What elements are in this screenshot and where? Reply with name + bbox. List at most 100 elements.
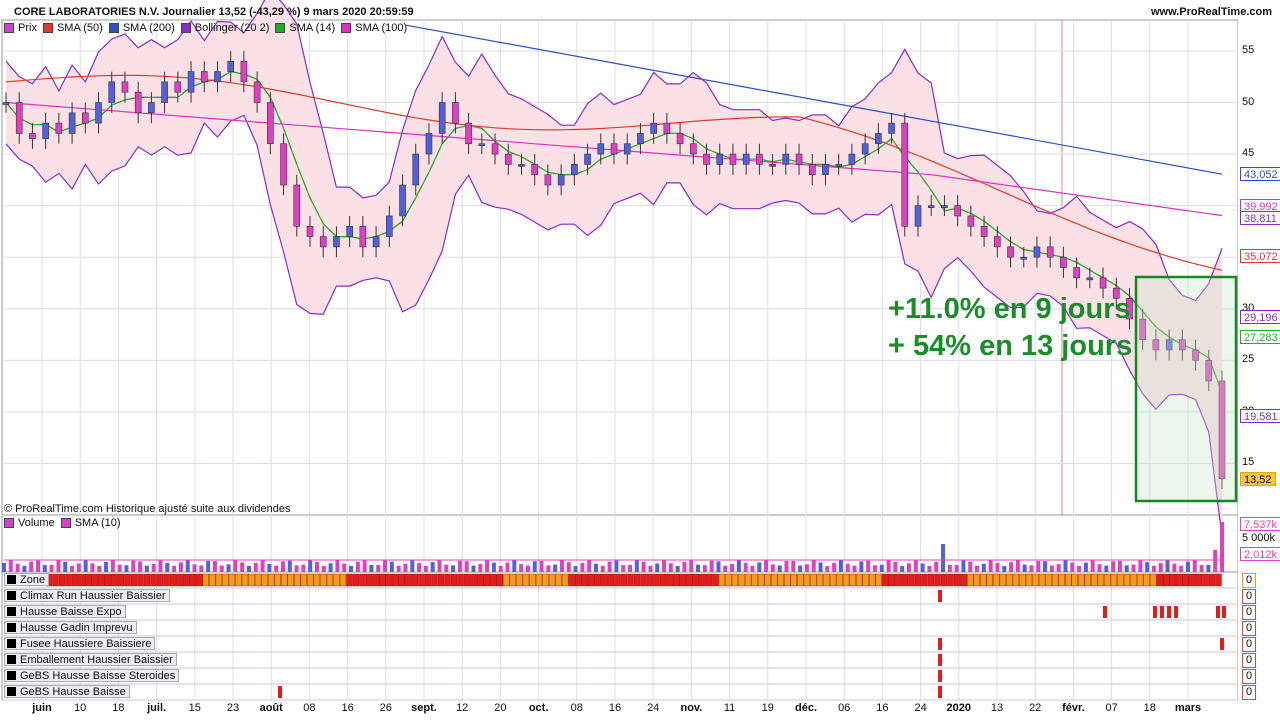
zone-block — [1169, 573, 1176, 587]
zone-block — [287, 573, 294, 587]
volume-tag: 2,012k — [1240, 547, 1280, 561]
volume-bar — [934, 561, 939, 572]
zone-block — [1084, 573, 1092, 587]
volume-bar — [1022, 564, 1027, 572]
volume-bar — [90, 563, 95, 572]
zone-block — [548, 573, 556, 587]
zone-block — [1012, 573, 1020, 587]
volume-bar — [866, 560, 871, 572]
zone-block — [241, 573, 249, 587]
indicator-value: 0 — [1242, 573, 1256, 588]
zone-block — [1051, 573, 1059, 587]
event-mark — [938, 638, 942, 650]
volume-bar — [818, 562, 823, 572]
volume-bar — [219, 565, 224, 572]
volume-bar — [280, 561, 285, 572]
zone-block — [555, 573, 562, 587]
zone-block — [927, 573, 935, 587]
annotation-gain-9-days: +11.0% en 9 jours — [888, 293, 1131, 325]
indicator-label-text: Fusee Haussiere Baissiere — [20, 637, 152, 650]
zone-block — [1195, 573, 1203, 587]
zone-block — [143, 573, 151, 587]
zone-block — [444, 573, 451, 587]
candle-body — [848, 153, 856, 165]
indicator-label: Fusee Haussiere Baissiere — [4, 637, 156, 650]
legend-label: Volume — [18, 517, 55, 529]
volume-bar — [1220, 522, 1224, 572]
volume-bar — [961, 560, 966, 572]
zone-block — [1071, 573, 1078, 587]
legend-label: SMA (14) — [289, 22, 336, 34]
site-url[interactable]: www.ProRealTime.com — [1151, 6, 1272, 18]
zone-block — [405, 573, 412, 587]
candle-body — [610, 143, 618, 155]
zone-block — [98, 573, 105, 587]
candle-body — [914, 205, 922, 227]
volume-bar — [1158, 563, 1163, 572]
zone-block — [522, 573, 530, 587]
zone-block — [751, 573, 758, 587]
volume-bar — [668, 563, 673, 572]
volume-bar — [396, 565, 401, 572]
price-tag: 19,581 — [1240, 409, 1280, 424]
volume-bar — [362, 560, 367, 572]
volume-bar — [335, 560, 340, 572]
volume-bar — [614, 560, 619, 572]
zone-block — [477, 573, 484, 587]
volume-bar — [1097, 564, 1102, 572]
candle-body — [478, 143, 486, 147]
zone-block — [699, 573, 706, 587]
x-tick-label: juin — [32, 702, 52, 714]
legend-item: Prix — [2, 22, 37, 34]
volume-bar — [117, 564, 122, 572]
candle-body — [29, 133, 36, 139]
candle-body — [676, 133, 684, 145]
zone-block — [254, 573, 262, 587]
zone-block — [71, 573, 79, 587]
candle-body — [835, 164, 842, 167]
legend-label: SMA (10) — [74, 517, 121, 529]
volume-bar — [464, 561, 469, 572]
volume-bar — [178, 562, 183, 572]
indicator-value: 0 — [1242, 637, 1256, 652]
x-tick-label: août — [259, 702, 283, 714]
zone-block — [718, 573, 726, 587]
x-tick-label: 18 — [112, 702, 125, 714]
zone-block — [91, 573, 98, 587]
legend-label: SMA (100) — [355, 22, 408, 34]
legend-swatch — [108, 23, 119, 33]
indicator-swatch — [7, 575, 16, 584]
volume-bar — [1192, 560, 1197, 572]
x-tick-label: 11 — [723, 702, 736, 714]
volume-bar — [621, 565, 626, 572]
y-tick-label: 15 — [1242, 456, 1255, 469]
volume-bar — [417, 563, 422, 572]
candle-body — [703, 153, 710, 165]
candle-body — [425, 133, 433, 155]
zone-block — [973, 573, 980, 587]
zone-block — [725, 573, 732, 587]
candle-body — [372, 236, 380, 248]
zone-block — [947, 573, 954, 587]
zone-block — [392, 573, 399, 587]
zone-block — [1149, 573, 1157, 587]
volume-bar — [199, 565, 204, 572]
volume-bar — [287, 560, 292, 572]
indicator-label-text: Emballement Haussier Baissier — [20, 653, 173, 666]
zone-block — [58, 573, 66, 587]
zone-block — [1038, 573, 1046, 587]
candle-body — [1073, 267, 1080, 279]
zone-block — [953, 573, 961, 587]
volume-bar — [15, 563, 20, 572]
zone-block — [503, 573, 510, 587]
x-tick-label: 24 — [914, 702, 927, 714]
indicator-label-text: GeBS Hausse Baisse — [20, 685, 126, 698]
zone-block — [1176, 573, 1183, 587]
candle-body — [808, 164, 816, 175]
candle-body — [690, 143, 697, 155]
zone-block — [888, 573, 895, 587]
candle-body — [650, 122, 657, 134]
candle-body — [1086, 277, 1094, 281]
candle-body — [888, 122, 895, 134]
volume-bar — [716, 561, 721, 572]
